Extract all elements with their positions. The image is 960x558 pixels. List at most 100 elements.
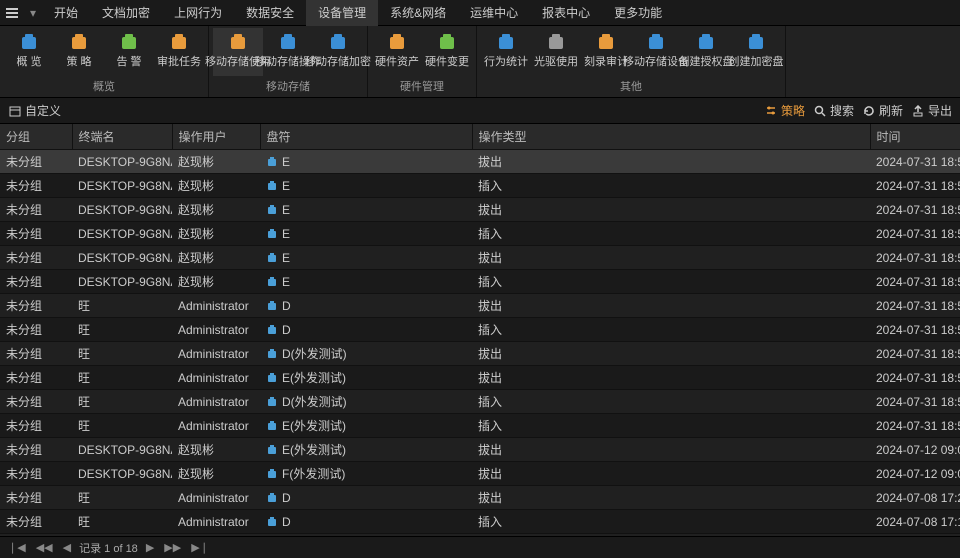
cell: 旺 (72, 366, 172, 390)
table-row[interactable]: 未分组DESKTOP-9G8NA80赵现彬E(外发测试)拔出2024-07-12… (0, 438, 960, 462)
menu-item-6[interactable]: 运维中心 (458, 0, 530, 26)
cell: 未分组 (0, 486, 72, 510)
ribbon-btn-checklist-icon[interactable]: 审批任务 (154, 28, 204, 76)
usb-action-icon (277, 32, 299, 54)
col-header-0[interactable]: 分组 (0, 124, 72, 150)
toolbar-refresh-button[interactable]: 刷新 (862, 102, 903, 119)
ribbon-btn-usb-action-icon[interactable]: 移动存储操作 (263, 28, 313, 76)
menu-item-7[interactable]: 报表中心 (530, 0, 602, 26)
usb-lock-icon (327, 32, 349, 54)
table-row[interactable]: 未分组DESKTOP-9G8NA80赵现彬E插入2024-07-31 18:56… (0, 222, 960, 246)
table-row[interactable]: 未分组旺AdministratorD(外发测试)拔出2024-07-31 18:… (0, 342, 960, 366)
menu-item-8[interactable]: 更多功能 (602, 0, 674, 26)
ribbon-btn-auth-disk-icon[interactable]: 创建授权盘 (681, 28, 731, 76)
cell: 拔出 (472, 198, 870, 222)
pager-fwd-button[interactable]: ▶▶ (162, 541, 183, 554)
cell: F(外发测试) (260, 462, 472, 486)
encrypt-disk-icon (745, 32, 767, 54)
ribbon-btn-chip-icon[interactable]: 硬件资产 (372, 28, 422, 76)
cell: Administrator (172, 510, 260, 534)
ribbon-btn-usb-device-icon[interactable]: 移动存储设备 (631, 28, 681, 76)
ribbon-btn-usb-icon[interactable]: 移动存储使用 (213, 28, 263, 76)
toolbar-export-button[interactable]: 导出 (911, 102, 952, 119)
pager-next-button[interactable]: ▶ (144, 541, 156, 554)
export-icon (911, 104, 925, 118)
cell: D (260, 318, 472, 342)
cell: 赵现彬 (172, 174, 260, 198)
cell: 未分组 (0, 150, 72, 174)
table-row[interactable]: 未分组DESKTOP-9G8NA80赵现彬E拔出2024-07-31 18:56… (0, 246, 960, 270)
cell: DESKTOP-9G8NA80 (72, 462, 172, 486)
cell: 2024-07-31 18:54:10 (870, 318, 960, 342)
menu-item-0[interactable]: 开始 (42, 0, 90, 26)
cell: 未分组 (0, 414, 72, 438)
ribbon-btn-grid-icon[interactable]: 概 览 (4, 28, 54, 76)
custom-columns-button[interactable]: 自定义 (8, 102, 61, 119)
ribbon-btn-sliders-icon[interactable]: 策 略 (54, 28, 104, 76)
table-row[interactable]: 未分组DESKTOP-9G8NA80赵现彬E插入2024-07-31 18:56… (0, 174, 960, 198)
toolbar-sliders-small-button[interactable]: 策略 (764, 102, 805, 119)
pager-bar: ❘◀ ◀◀ ◀ 记录 1 of 18 ▶ ▶▶ ▶❘ (0, 536, 960, 558)
menu-item-5[interactable]: 系统&网络 (378, 0, 458, 26)
cell: 旺 (72, 414, 172, 438)
cell: 插入 (472, 318, 870, 342)
cell: 未分组 (0, 270, 72, 294)
table-row[interactable]: 未分组DESKTOP-9G8NA80赵现彬F(外发测试)拔出2024-07-12… (0, 462, 960, 486)
col-header-4[interactable]: 操作类型 (472, 124, 870, 150)
cell: E(外发测试) (260, 438, 472, 462)
ribbon-toolbar: 概 览策 略告 警审批任务概览移动存储使用移动存储操作移动存储加密移动存储硬件资… (0, 26, 960, 98)
cell: 未分组 (0, 438, 72, 462)
col-header-3[interactable]: 盘符 (260, 124, 472, 150)
pager-back-button[interactable]: ◀ (61, 541, 73, 554)
cell: 插入 (472, 414, 870, 438)
cell: DESKTOP-9G8NA80 (72, 174, 172, 198)
cell: 拔出 (472, 438, 870, 462)
cell: E(外发测试) (260, 414, 472, 438)
ribbon-btn-stats-icon[interactable]: 行为统计 (481, 28, 531, 76)
table-row[interactable]: 未分组旺AdministratorD插入2024-07-08 17:19:43 (0, 510, 960, 534)
cell: 拔出 (472, 342, 870, 366)
table-row[interactable]: 未分组旺AdministratorD拔出2024-07-08 17:22:36 (0, 486, 960, 510)
table-row[interactable]: 未分组旺AdministratorD拔出2024-07-31 18:54:12 (0, 294, 960, 318)
ribbon-btn-usb-lock-icon[interactable]: 移动存储加密 (313, 28, 363, 76)
table-row[interactable]: 未分组旺AdministratorE(外发测试)拔出2024-07-31 18:… (0, 366, 960, 390)
ribbon-btn-chip-change-icon[interactable]: 硬件变更 (422, 28, 472, 76)
menu-item-2[interactable]: 上网行为 (162, 0, 234, 26)
toolbar-label: 导出 (928, 102, 952, 119)
col-header-2[interactable]: 操作用户 (172, 124, 260, 150)
ribbon-group-label: 概览 (0, 76, 208, 97)
pager-prev-button[interactable]: ◀◀ (34, 541, 55, 554)
ribbon-btn-bell-icon[interactable]: 告 警 (104, 28, 154, 76)
ribbon-btn-burn-icon[interactable]: 刻录审计 (581, 28, 631, 76)
table-row[interactable]: 未分组DESKTOP-9G8NA80赵现彬E插入2024-07-31 18:56… (0, 270, 960, 294)
cell: D (260, 294, 472, 318)
menu-item-3[interactable]: 数据安全 (234, 0, 306, 26)
col-header-5[interactable]: 时间 (870, 124, 960, 150)
ribbon-btn-disc-icon[interactable]: 光驱使用 (531, 28, 581, 76)
cell: 拔出 (472, 462, 870, 486)
menu-item-1[interactable]: 文档加密 (90, 0, 162, 26)
pager-last-button[interactable]: ▶❘ (189, 541, 211, 554)
menu-item-4[interactable]: 设备管理 (306, 0, 378, 26)
table-row[interactable]: 未分组旺AdministratorD插入2024-07-31 18:54:10 (0, 318, 960, 342)
ribbon-btn-encrypt-disk-icon[interactable]: 创建加密盘 (731, 28, 781, 76)
toolbar-search-button[interactable]: 搜索 (813, 102, 854, 119)
col-header-1[interactable]: 终端名 (72, 124, 172, 150)
cell: 未分组 (0, 294, 72, 318)
cell: Administrator (172, 318, 260, 342)
cell: D(外发测试) (260, 342, 472, 366)
cell: E (260, 198, 472, 222)
ribbon-btn-label: 光驱使用 (534, 56, 578, 68)
usb-icon (227, 32, 249, 54)
cell: 赵现彬 (172, 270, 260, 294)
table-row[interactable]: 未分组DESKTOP-9G8NA80赵现彬E拔出2024-07-31 18:56… (0, 198, 960, 222)
table-row[interactable]: 未分组旺AdministratorE(外发测试)插入2024-07-31 18:… (0, 414, 960, 438)
table-row[interactable]: 未分组DESKTOP-9G8NA80赵现彬E拔出2024-07-31 18:56… (0, 150, 960, 174)
cell: 未分组 (0, 366, 72, 390)
table-row[interactable]: 未分组旺AdministratorD(外发测试)插入2024-07-31 18:… (0, 390, 960, 414)
ribbon-btn-label: 创建加密盘 (729, 56, 784, 68)
pager-first-button[interactable]: ❘◀ (6, 541, 28, 554)
cell: E (260, 174, 472, 198)
chevron-down-icon[interactable]: ▾ (30, 6, 36, 20)
app-menu-icon[interactable] (4, 5, 20, 21)
